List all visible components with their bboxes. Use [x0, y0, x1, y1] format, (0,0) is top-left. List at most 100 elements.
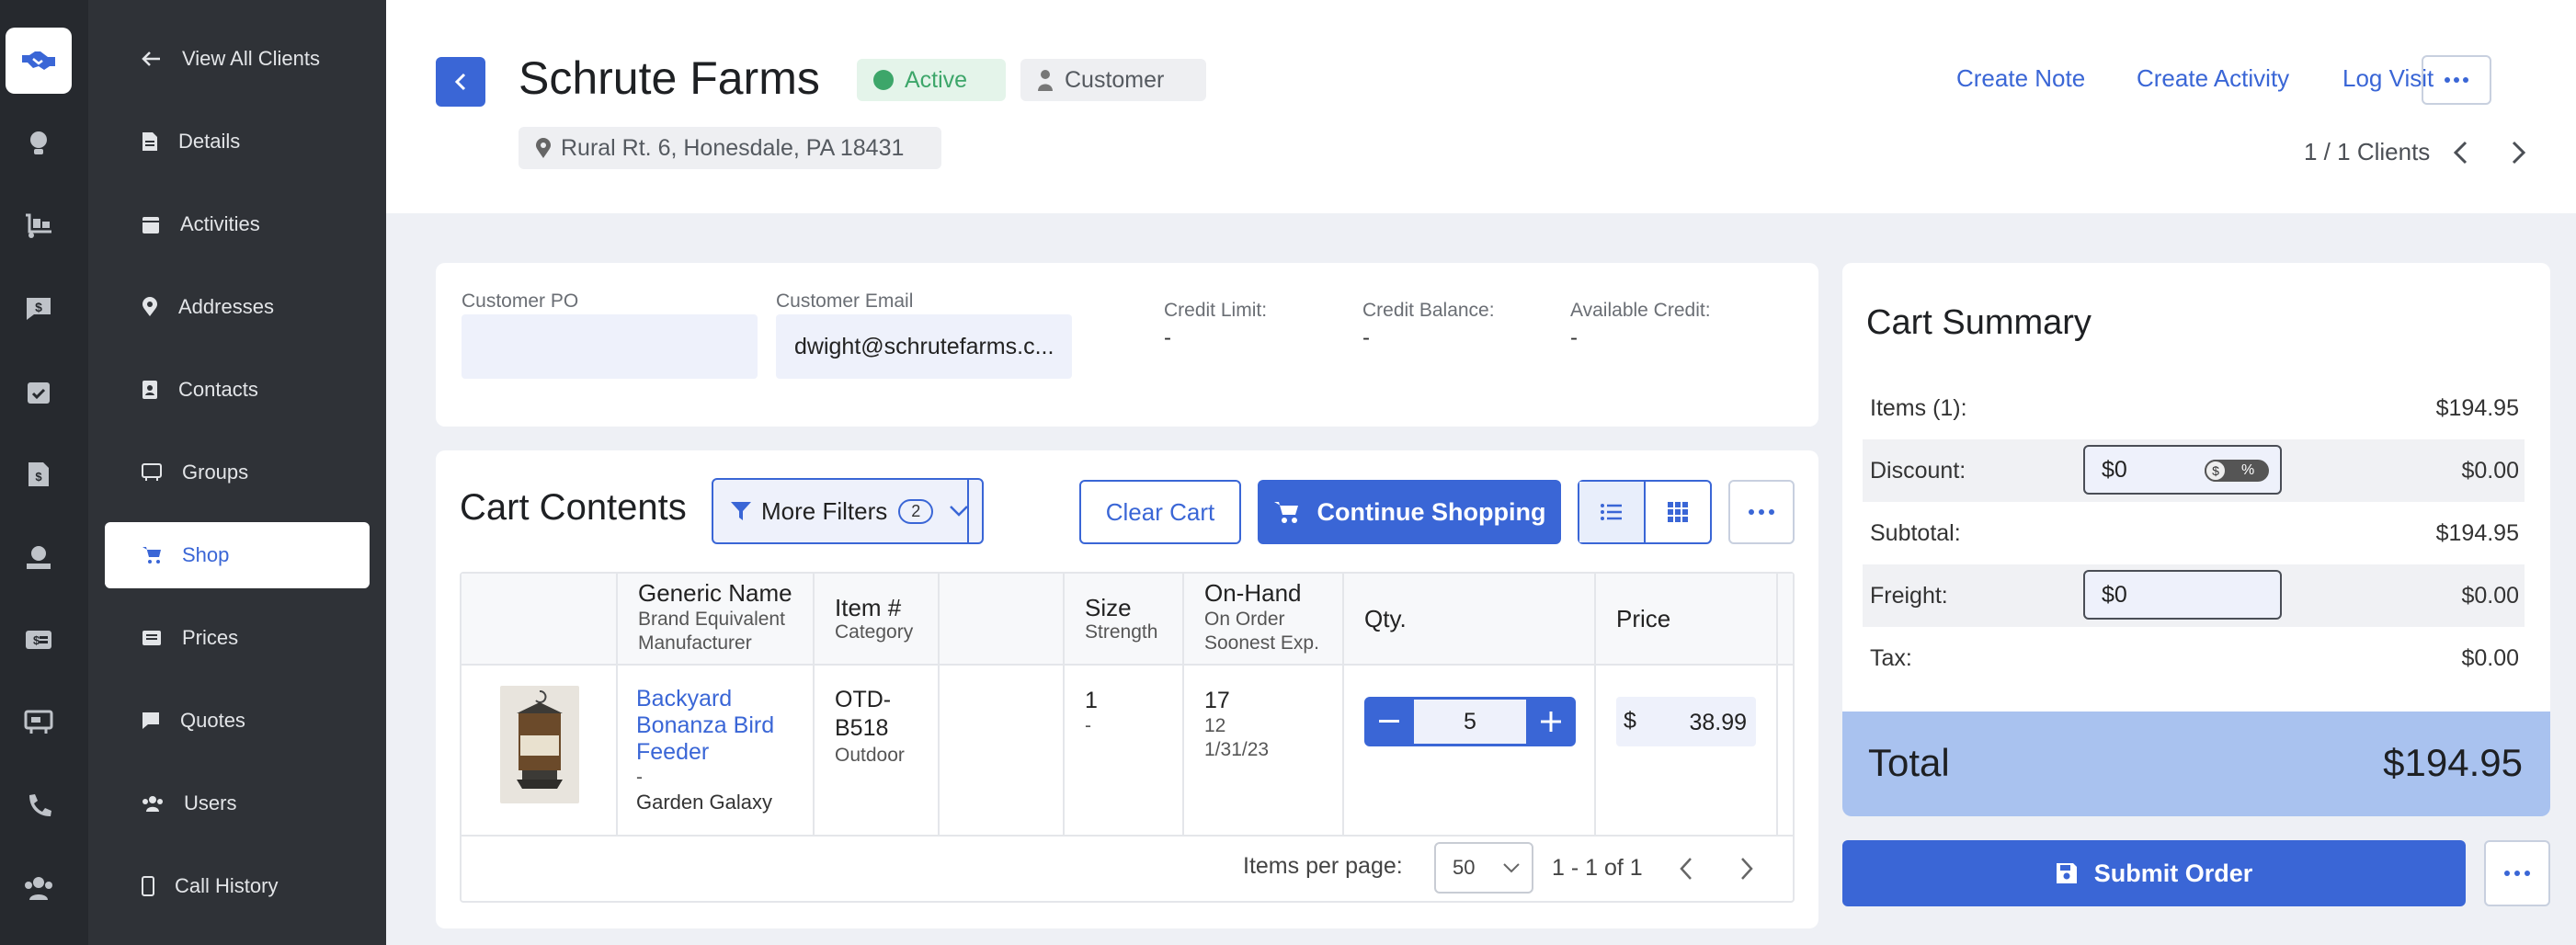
- calendar-check-icon[interactable]: [18, 371, 59, 412]
- map-pin-icon: [142, 297, 157, 316]
- product-name-link[interactable]: Backyard Bonanza Bird Feeder: [636, 686, 774, 766]
- document-icon: [142, 132, 157, 151]
- presentation-icon[interactable]: [18, 702, 59, 743]
- sidebar-item-activities[interactable]: Activities: [105, 191, 370, 257]
- create-note-link[interactable]: Create Note: [1956, 64, 2085, 93]
- col-header-item: Item #: [835, 594, 902, 621]
- prev-client-button[interactable]: [2451, 140, 2469, 165]
- invoice-icon[interactable]: $: [18, 454, 59, 495]
- sidebar-item-shop[interactable]: Shop: [105, 522, 370, 588]
- group-icon: [142, 463, 162, 481]
- clear-cart-button[interactable]: Clear Cart: [1079, 480, 1241, 544]
- total-row: Total $194.95: [1842, 712, 2550, 816]
- brand-value: -: [636, 767, 643, 788]
- credit-limit-value: -: [1164, 325, 1171, 350]
- ellipsis-icon: [1749, 509, 1774, 515]
- chevron-down-icon: [1503, 863, 1520, 873]
- customer-email-input[interactable]: dwight@schrutefarms.c...: [776, 314, 1072, 379]
- chevron-right-icon: [1741, 858, 1753, 880]
- sidebar-item-prices[interactable]: Prices: [105, 605, 370, 671]
- summary-more-button[interactable]: [2484, 840, 2550, 906]
- next-client-button[interactable]: [2510, 140, 2528, 165]
- sidebar-item-details[interactable]: Details: [105, 108, 370, 175]
- col-divider: [1342, 574, 1344, 835]
- prev-page-button[interactable]: [1679, 857, 1693, 881]
- phone-icon[interactable]: [18, 785, 59, 825]
- increment-button[interactable]: [1526, 697, 1576, 746]
- money-bill-icon[interactable]: $: [18, 620, 59, 660]
- hand-coin-icon[interactable]: [18, 537, 59, 577]
- sidebar-item-call-history[interactable]: Call History: [105, 853, 370, 919]
- exp-value: 1/31/23: [1204, 739, 1270, 760]
- discount-type-toggle[interactable]: $ %: [2205, 460, 2269, 482]
- credit-balance-label: Credit Balance:: [1362, 300, 1495, 321]
- items-per-page-select[interactable]: 50: [1434, 842, 1533, 894]
- filter-count-badge: 2: [898, 498, 934, 524]
- back-button[interactable]: [436, 57, 485, 107]
- grid-icon: [1668, 502, 1688, 522]
- header-more-button[interactable]: [2422, 55, 2491, 105]
- chat-dollar-icon[interactable]: $: [18, 289, 59, 329]
- svg-text:$: $: [35, 300, 42, 314]
- size-value: 1: [1085, 688, 1098, 713]
- sidebar-item-users[interactable]: Users: [105, 770, 370, 837]
- col-divider: [1594, 574, 1596, 835]
- calendar-icon: [142, 217, 159, 233]
- item-number: OTD- B518: [835, 687, 892, 741]
- team-icon[interactable]: [18, 868, 59, 908]
- summary-row-items: Items (1): $194.95: [1870, 395, 2519, 421]
- sidebar-item-label: Quotes: [180, 709, 245, 732]
- quantity-input[interactable]: 5: [1414, 700, 1526, 744]
- mobile-phone-icon: [142, 876, 154, 896]
- discount-input[interactable]: $0 $ %: [2083, 445, 2282, 495]
- log-visit-link[interactable]: Log Visit: [2342, 64, 2434, 93]
- col-divider: [938, 574, 940, 835]
- col-subheader-onorder: On Order: [1204, 609, 1285, 630]
- list-view-button[interactable]: [1579, 482, 1646, 542]
- client-sidebar: View All Clients Details Activities Addr…: [88, 0, 386, 945]
- onhand-value: 17: [1204, 688, 1230, 713]
- col-subheader-manufacturer: Manufacturer: [638, 632, 752, 654]
- continue-shopping-button[interactable]: Continue Shopping: [1258, 480, 1561, 544]
- customer-po-input[interactable]: [462, 314, 758, 379]
- lightbulb-icon[interactable]: [18, 123, 59, 164]
- arrow-left-icon: [142, 51, 160, 66]
- map-pin-icon: [536, 138, 551, 158]
- customer-po-label: Customer PO: [462, 290, 579, 312]
- available-credit-value: -: [1570, 325, 1578, 350]
- sidebar-item-quotes[interactable]: Quotes: [105, 688, 370, 754]
- sidebar-item-label: Shop: [182, 543, 230, 566]
- create-activity-link[interactable]: Create Activity: [2137, 64, 2289, 93]
- col-divider: [1776, 574, 1778, 835]
- product-image[interactable]: [500, 686, 579, 803]
- col-divider: [1182, 574, 1184, 835]
- sidebar-item-label: Groups: [182, 461, 249, 484]
- manufacturer-value: Garden Galaxy: [636, 791, 772, 814]
- dolly-icon[interactable]: [18, 206, 59, 246]
- col-header-onhand: On-Hand: [1204, 579, 1302, 607]
- sidebar-item-contacts[interactable]: Contacts: [105, 357, 370, 423]
- freight-input[interactable]: $0: [2083, 570, 2282, 620]
- sidebar-item-view-all-clients[interactable]: View All Clients: [105, 26, 370, 92]
- page-range: 1 - 1 of 1: [1552, 855, 1643, 881]
- cart-more-button[interactable]: [1728, 480, 1795, 544]
- price-input[interactable]: $ 38.99: [1616, 697, 1756, 746]
- submit-order-button[interactable]: Submit Order: [1842, 840, 2466, 906]
- cart-summary-title: Cart Summary: [1866, 303, 2092, 342]
- grid-view-button[interactable]: [1646, 482, 1710, 542]
- handshake-logo-icon[interactable]: [6, 28, 72, 94]
- col-header-name: Generic Name: [638, 579, 792, 607]
- summary-row-tax: Tax: $0.00: [1870, 645, 2519, 671]
- sidebar-item-addresses[interactable]: Addresses: [105, 274, 370, 340]
- col-header-qty: Qty.: [1364, 605, 1407, 632]
- sidebar-item-groups[interactable]: Groups: [105, 439, 370, 506]
- next-page-button[interactable]: [1739, 857, 1754, 881]
- page-title: Schrute Farms: [519, 52, 820, 104]
- users-icon: [142, 796, 163, 812]
- price-value: 38.99: [1689, 710, 1747, 735]
- decrement-button[interactable]: [1364, 697, 1414, 746]
- currency-symbol: $: [1624, 708, 1636, 734]
- more-filters-button[interactable]: More Filters 2: [712, 478, 984, 544]
- address-badge: Rural Rt. 6, Honesdale, PA 18431: [519, 127, 941, 169]
- sidebar-item-label: Prices: [182, 626, 239, 649]
